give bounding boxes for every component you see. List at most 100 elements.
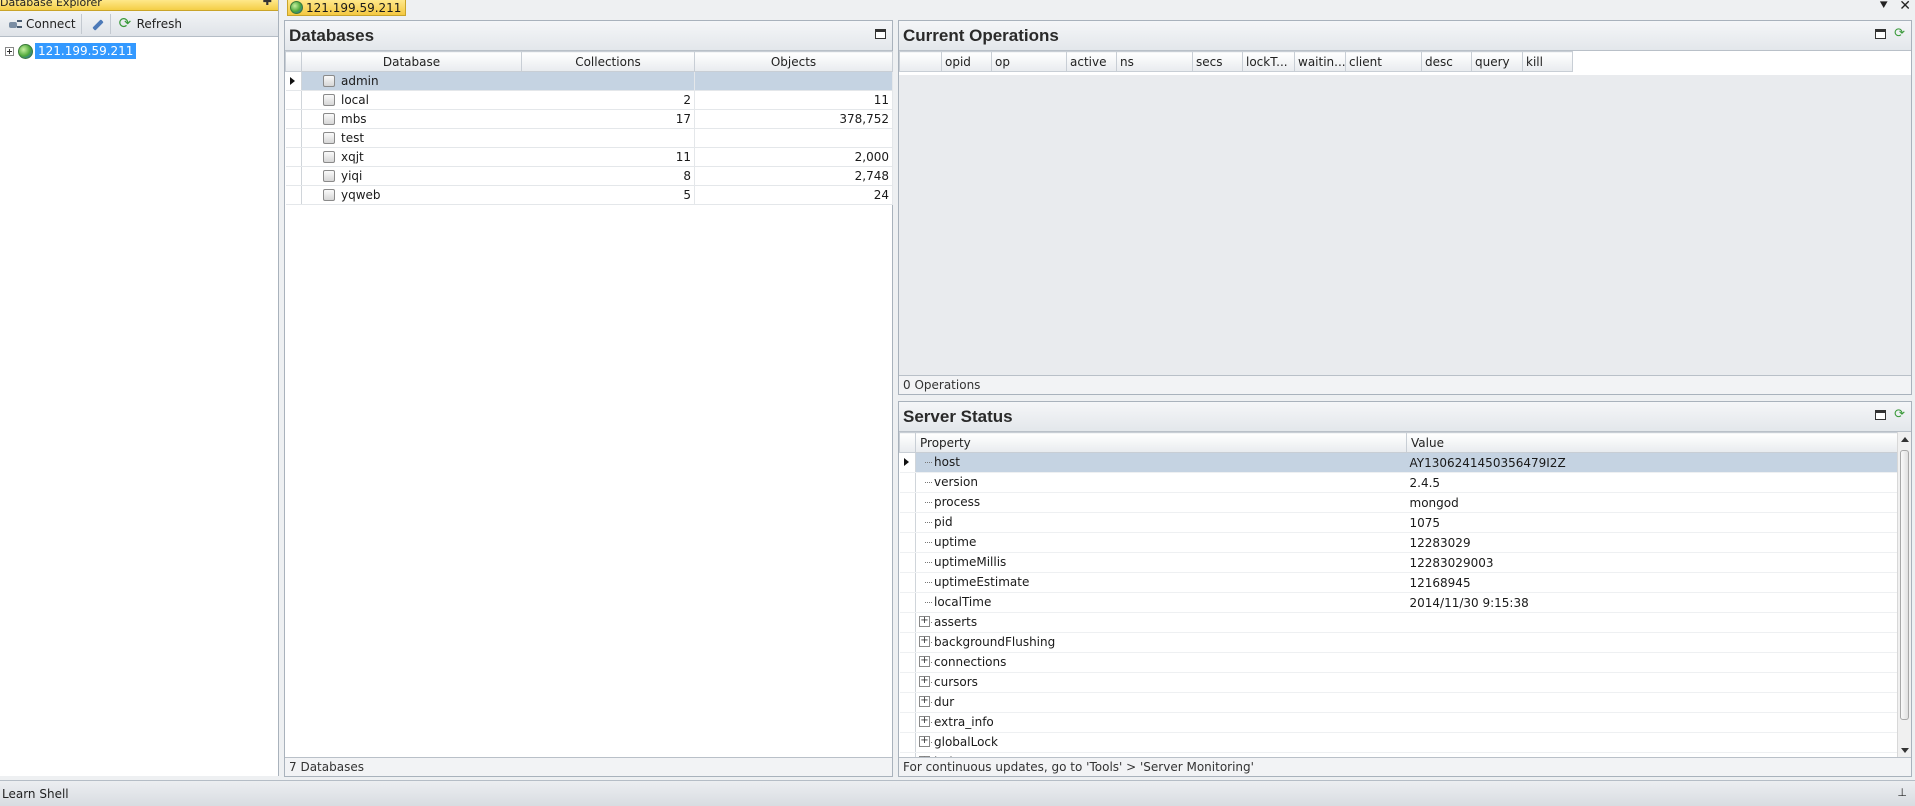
database-name-cell[interactable]: test	[301, 128, 522, 148]
table-row[interactable]: backgroundFlushing	[899, 632, 1897, 653]
value-cell[interactable]	[1406, 712, 1897, 733]
value-cell[interactable]: 12283029003	[1406, 552, 1897, 573]
pin-icon[interactable]: ✚	[263, 0, 272, 8]
row-selector[interactable]	[899, 732, 916, 753]
row-selector[interactable]	[899, 532, 916, 553]
table-row[interactable]: local 2 11	[285, 90, 893, 110]
table-row[interactable]: asserts	[899, 612, 1897, 633]
property-cell[interactable]: version	[915, 472, 1407, 493]
database-name-cell[interactable]: admin	[301, 71, 522, 91]
property-cell[interactable]: uptimeEstimate	[915, 572, 1407, 593]
row-selector[interactable]	[285, 166, 302, 186]
table-row[interactable]: cursors	[899, 672, 1897, 693]
objects-cell[interactable]	[694, 71, 893, 91]
value-cell[interactable]	[1406, 732, 1897, 753]
property-cell[interactable]: backgroundFlushing	[915, 632, 1407, 653]
property-cell[interactable]: asserts	[915, 612, 1407, 633]
column-header-database[interactable]: Database	[301, 51, 522, 72]
table-row[interactable]: uptimeMillis 12283029003	[899, 552, 1897, 573]
property-cell[interactable]: cursors	[915, 672, 1407, 693]
learn-shell-bar[interactable]: Learn Shell ⊥	[0, 780, 1915, 806]
value-cell[interactable]	[1406, 652, 1897, 673]
row-selector[interactable]	[285, 147, 302, 167]
value-cell[interactable]: AY1306241450356479I2Z	[1406, 452, 1897, 473]
table-row[interactable]: pid 1075	[899, 512, 1897, 533]
column-header-value[interactable]: Value	[1406, 432, 1897, 453]
value-cell[interactable]: 2014/11/30 9:15:38	[1406, 592, 1897, 613]
maximize-icon[interactable]	[875, 29, 886, 39]
expand-icon[interactable]	[916, 693, 934, 712]
row-selector[interactable]	[899, 712, 916, 733]
pin-icon[interactable]: ⊥	[1897, 786, 1907, 799]
objects-cell[interactable]: 11	[694, 90, 893, 110]
column-header-op[interactable]: op	[991, 51, 1067, 72]
property-cell[interactable]: host	[915, 452, 1407, 473]
expand-icon[interactable]	[916, 673, 934, 692]
collections-cell[interactable]: 2	[521, 90, 695, 110]
expand-icon[interactable]	[916, 733, 934, 752]
objects-cell[interactable]: 378,752	[694, 109, 893, 129]
property-cell[interactable]: dur	[915, 692, 1407, 713]
refresh-icon[interactable]: ⟳	[1894, 408, 1905, 421]
column-header-lock-time[interactable]: lockT...	[1242, 51, 1295, 72]
maximize-icon[interactable]	[1875, 29, 1887, 39]
window-menu-icon[interactable]: ⯆	[1878, 0, 1889, 14]
database-name-cell[interactable]: xqjt	[301, 147, 522, 167]
property-cell[interactable]: uptimeMillis	[915, 552, 1407, 573]
table-row[interactable]: yqweb 5 24	[285, 185, 893, 205]
maximize-icon[interactable]	[1875, 410, 1887, 420]
value-cell[interactable]: 1075	[1406, 512, 1897, 533]
row-selector[interactable]	[899, 492, 916, 513]
table-row[interactable]: globalLock	[899, 732, 1897, 753]
row-selector[interactable]	[285, 185, 302, 205]
expand-icon[interactable]	[916, 613, 934, 632]
row-selector[interactable]	[899, 552, 916, 573]
row-selector[interactable]	[899, 692, 916, 713]
database-name-cell[interactable]: mbs	[301, 109, 522, 129]
expand-icon[interactable]	[5, 46, 14, 56]
collections-cell[interactable]	[521, 71, 695, 91]
property-cell[interactable]: uptime	[915, 532, 1407, 553]
column-header-active[interactable]: active	[1066, 51, 1117, 72]
expand-icon[interactable]	[916, 633, 934, 652]
row-selector[interactable]	[899, 632, 916, 653]
row-selector[interactable]	[285, 128, 302, 148]
value-cell[interactable]: mongod	[1406, 492, 1897, 513]
row-selector[interactable]	[899, 612, 916, 633]
table-row[interactable]: uptimeEstimate 12168945	[899, 572, 1897, 593]
close-icon[interactable]: ✕	[1899, 0, 1911, 14]
row-selector[interactable]	[899, 672, 916, 693]
row-selector[interactable]	[285, 109, 302, 129]
table-row[interactable]: admin	[285, 71, 893, 91]
row-selector[interactable]	[285, 71, 302, 91]
row-selector[interactable]	[899, 452, 916, 473]
column-header-property[interactable]: Property	[915, 432, 1407, 453]
objects-cell[interactable]: 2,000	[694, 147, 893, 167]
property-cell[interactable]: connections	[915, 652, 1407, 673]
table-row[interactable]: process mongod	[899, 492, 1897, 513]
value-cell[interactable]	[1406, 692, 1897, 713]
database-name-cell[interactable]: yiqi	[301, 166, 522, 186]
column-header-collections[interactable]: Collections	[521, 51, 695, 72]
column-header-opid[interactable]: opid	[941, 51, 992, 72]
property-cell[interactable]: extra_info	[915, 712, 1407, 733]
row-selector[interactable]	[899, 512, 916, 533]
table-row[interactable]: dur	[899, 692, 1897, 713]
collections-cell[interactable]: 8	[521, 166, 695, 186]
row-selector[interactable]	[285, 90, 302, 110]
table-row[interactable]: yiqi 8 2,748	[285, 166, 893, 186]
refresh-button[interactable]: Refresh	[113, 14, 187, 34]
value-cell[interactable]	[1406, 672, 1897, 693]
collections-cell[interactable]: 5	[521, 185, 695, 205]
table-row[interactable]: host AY1306241450356479I2Z	[899, 452, 1897, 473]
value-cell[interactable]: 12283029	[1406, 532, 1897, 553]
refresh-icon[interactable]: ⟳	[1894, 27, 1905, 40]
table-row[interactable]: connections	[899, 652, 1897, 673]
property-cell[interactable]: globalLock	[915, 732, 1407, 753]
vertical-scrollbar[interactable]	[1897, 432, 1911, 757]
tree-item-server[interactable]: 121.199.59.211	[5, 43, 137, 59]
expand-icon[interactable]	[916, 713, 934, 732]
property-cell[interactable]: process	[915, 492, 1407, 513]
database-name-cell[interactable]: yqweb	[301, 185, 522, 205]
column-header-client[interactable]: client	[1345, 51, 1422, 72]
